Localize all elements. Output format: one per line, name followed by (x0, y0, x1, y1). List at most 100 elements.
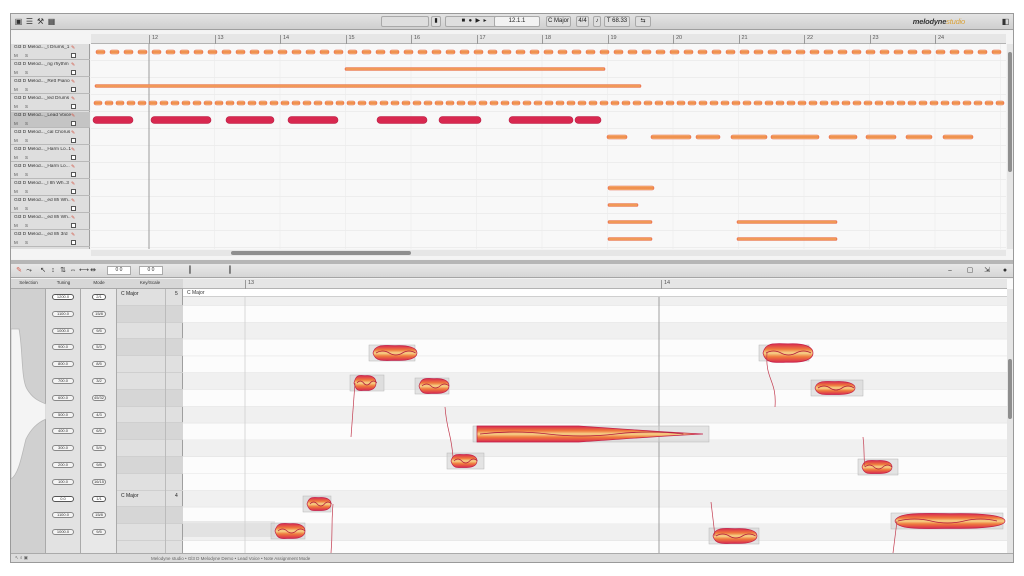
note-blob[interactable] (709, 100, 719, 106)
note-blob[interactable] (736, 220, 838, 224)
note-blob[interactable] (940, 100, 950, 106)
pitch-field[interactable]: 0 0 (107, 266, 131, 275)
forward-icon[interactable]: ▸ (483, 18, 486, 24)
editor-ruler[interactable]: 13 14 (183, 279, 1007, 289)
ratio-value[interactable]: 15/8 (92, 310, 106, 317)
note-blob[interactable] (92, 116, 134, 124)
note-blob[interactable] (478, 100, 488, 106)
track-checkbox[interactable] (71, 223, 76, 228)
note-blob[interactable] (730, 134, 768, 140)
note-blob[interactable] (258, 100, 268, 106)
note-blob[interactable] (828, 134, 858, 140)
note-blob[interactable] (907, 49, 918, 55)
note-blob[interactable] (643, 100, 653, 106)
track-checkbox[interactable] (71, 104, 76, 109)
drift-tool-icon[interactable]: ⤳ (25, 267, 33, 275)
note-blob[interactable] (764, 100, 774, 106)
note-blob[interactable] (93, 100, 103, 106)
mute-solo-buttons[interactable]: M S (14, 87, 31, 92)
note-blob[interactable] (893, 49, 904, 55)
note-blob[interactable] (544, 100, 554, 106)
note-blob[interactable] (665, 100, 675, 106)
status-tools-icon[interactable]: ↖ ⌕ ▣ (15, 555, 28, 561)
tempo-display[interactable]: T 68.33 (604, 16, 630, 27)
note-blob[interactable] (606, 134, 628, 140)
note-blob[interactable] (280, 100, 290, 106)
fit-icon[interactable]: ⇲ (983, 267, 991, 275)
mute-solo-buttons[interactable]: M S (14, 121, 31, 126)
metronome-icon[interactable]: ♪ (593, 16, 601, 27)
note-blob[interactable] (905, 134, 933, 140)
meter-display[interactable]: 4/4 (576, 16, 589, 27)
note-blob[interactable] (949, 49, 960, 55)
edit-icon[interactable]: ✎ (71, 62, 75, 68)
note-blob[interactable] (654, 100, 664, 106)
note-blob[interactable] (306, 497, 332, 511)
note-blob[interactable] (697, 49, 708, 55)
note-blob[interactable] (837, 49, 848, 55)
cents-field[interactable]: 0 0 (139, 266, 163, 275)
mixer-icon[interactable]: ☰ (25, 17, 34, 26)
note-blob[interactable] (94, 84, 642, 88)
note-blob[interactable] (445, 100, 455, 106)
note-blob[interactable] (929, 100, 939, 106)
loop-toggle[interactable] (381, 16, 429, 27)
note-blob[interactable] (269, 100, 279, 106)
note-blob[interactable] (287, 116, 339, 124)
note-blob[interactable] (459, 49, 470, 55)
track-header[interactable]: Gl3 D Melod..._t Drums_1 M S ✎ (11, 44, 90, 60)
note-blob[interactable] (613, 49, 624, 55)
edit-icon[interactable]: ✎ (71, 79, 75, 85)
note-blob[interactable] (291, 49, 302, 55)
panel-toggle-icon[interactable]: ◧ (1001, 17, 1010, 26)
note-blob[interactable] (819, 100, 829, 106)
note-blob[interactable] (95, 49, 106, 55)
zoom-slider-icon[interactable]: ⎯ (946, 267, 954, 275)
ratio-value[interactable]: 2/1 (92, 294, 106, 300)
note-blob[interactable] (894, 513, 1006, 529)
note-blob[interactable] (319, 49, 330, 55)
ratio-value[interactable]: 9/5 (92, 327, 106, 334)
scroll-thumb[interactable] (231, 251, 411, 255)
track-checkbox[interactable] (71, 53, 76, 58)
separation-tool-icon[interactable]: ⇹ (89, 267, 97, 275)
scale-row[interactable] (117, 423, 183, 441)
note-blob[interactable] (775, 100, 785, 106)
note-blob[interactable] (335, 100, 345, 106)
note-blob[interactable] (607, 203, 639, 207)
note-blob[interactable] (207, 49, 218, 55)
note-blob[interactable] (814, 381, 856, 395)
scale-row[interactable] (117, 457, 183, 474)
note-blob[interactable] (991, 49, 1002, 55)
note-blob[interactable] (736, 237, 838, 241)
pointer-tool-icon[interactable]: ↖ (39, 267, 47, 275)
note-blob[interactable] (669, 49, 680, 55)
grid-icon[interactable]: ▦ (47, 17, 56, 26)
cents-value[interactable]: 1000.0 (52, 529, 74, 536)
layout-icon[interactable]: ▣ (14, 17, 23, 26)
note-blob[interactable] (225, 100, 235, 106)
note-blob[interactable] (170, 100, 180, 106)
note-blob[interactable] (863, 100, 873, 106)
edit-icon[interactable]: ✎ (71, 147, 75, 153)
arrangement-ruler[interactable]: 12 13 14 15 16 17 18 19 20 21 22 23 24 (91, 34, 1006, 44)
cents-value[interactable]: 100.0 (52, 478, 74, 485)
edit-icon[interactable]: ✎ (71, 130, 75, 136)
note-blob[interactable] (291, 100, 301, 106)
scale-row[interactable] (117, 356, 183, 373)
note-blob[interactable] (712, 528, 758, 544)
note-blob[interactable] (372, 345, 418, 361)
note-blob[interactable] (221, 49, 232, 55)
scale-row[interactable] (117, 507, 183, 525)
note-blob[interactable] (511, 100, 521, 106)
note-blob[interactable] (274, 523, 306, 539)
scale-row[interactable] (117, 373, 183, 390)
cents-value[interactable]: 1100.0 (52, 512, 74, 519)
zoom-box-icon[interactable]: ▢ (966, 267, 974, 275)
scale-row[interactable] (117, 491, 183, 508)
note-blob[interactable] (192, 100, 202, 106)
edit-icon[interactable]: ✎ (71, 45, 75, 51)
note-blob[interactable] (225, 116, 275, 124)
main-tool-icon[interactable]: ↕ (49, 267, 57, 275)
cents-value[interactable]: 600.0 (52, 394, 74, 401)
